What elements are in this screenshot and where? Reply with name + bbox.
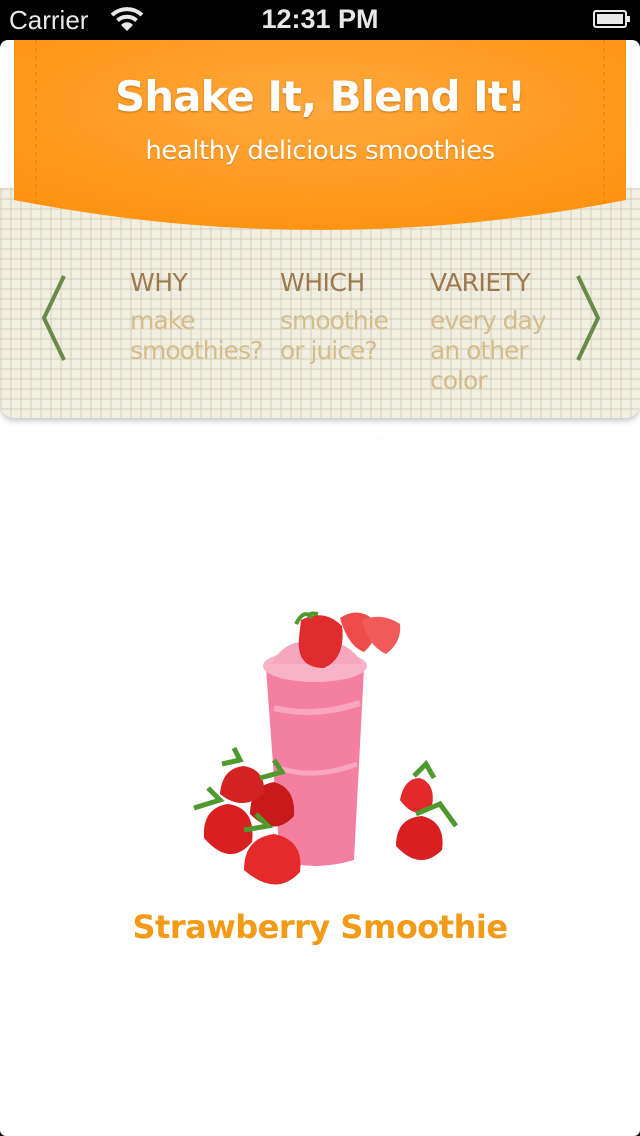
product-name[interactable]: Strawberry Smoothie <box>0 908 640 946</box>
app-subtitle: healthy delicious smoothies <box>145 136 495 166</box>
topic-line: smoothies? <box>130 336 263 365</box>
topic-why[interactable]: WHY make smoothies? <box>130 268 280 366</box>
topic-line: make <box>130 306 196 335</box>
topic-line: or juice? <box>280 336 378 365</box>
app-title: Shake It, Blend It! <box>114 72 526 121</box>
topic-line: color <box>430 366 488 395</box>
header-banner: Shake It, Blend It! healthy delicious sm… <box>14 40 626 235</box>
chevron-left-icon[interactable] <box>40 272 70 364</box>
topic-line: every day <box>430 306 547 335</box>
topic-which[interactable]: WHICH smoothie or juice? <box>280 268 430 366</box>
topic-variety[interactable]: VARIETY every day an other color <box>430 268 580 396</box>
topic-title: WHICH <box>280 268 365 297</box>
topic-title: VARIETY <box>430 268 531 297</box>
topic-line: smoothie <box>280 306 389 335</box>
strawberry-smoothie-image[interactable] <box>164 568 470 908</box>
battery-icon <box>593 10 630 28</box>
app-screen: Shake It, Blend It! healthy delicious sm… <box>0 40 640 1136</box>
topic-line: an other <box>430 336 529 365</box>
topic-title: WHY <box>130 268 188 297</box>
clock: 12:31 PM <box>261 4 379 34</box>
status-bar: Carrier 12:31 PM <box>0 0 640 40</box>
divider <box>168 438 474 450</box>
